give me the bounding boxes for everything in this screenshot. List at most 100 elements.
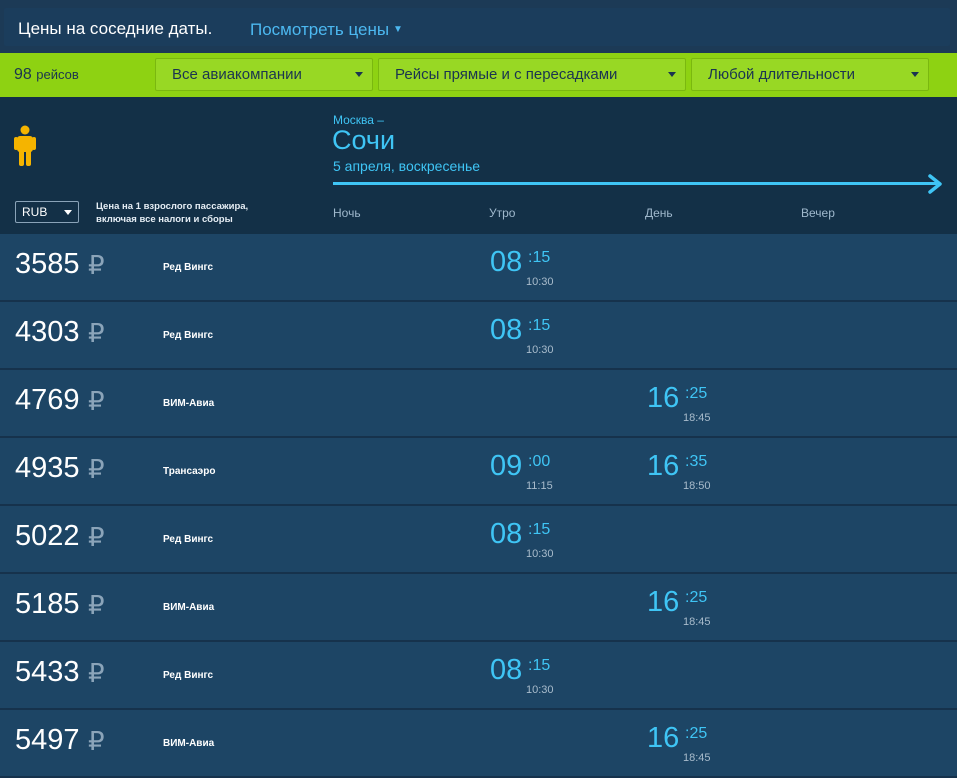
departure-time[interactable]: 08 :15 10:30 <box>490 246 560 296</box>
stops-filter-select[interactable]: Рейсы прямые и с пересадками <box>378 58 686 91</box>
ruble-sign: ₽ <box>88 522 105 552</box>
airline-name: Трансаэро <box>163 466 216 477</box>
departure-minutes: :15 <box>528 249 551 266</box>
flight-row[interactable]: 5185 ₽ ВИМ-Авиа 16 :25 18:45 <box>0 574 957 642</box>
route-date: 5 апреля, воскресенье <box>333 158 481 174</box>
airline-name: Ред Вингс <box>163 670 214 681</box>
price-value: 5433 <box>15 656 80 688</box>
departure-minutes: :15 <box>528 317 551 334</box>
departure-hour: 16 <box>647 586 680 618</box>
departure-time[interactable]: 09 :00 11:15 <box>490 450 560 500</box>
departure-hour: 08 <box>490 314 523 346</box>
airline-name: Ред Вингс <box>163 330 214 341</box>
dropdown-arrow-icon <box>64 210 72 215</box>
departure-minutes: :25 <box>685 589 708 606</box>
stops-filter-value: Рейсы прямые и с пересадками <box>395 66 618 83</box>
departure-minutes: :25 <box>685 725 708 742</box>
slot-day: День <box>645 206 673 220</box>
duration-filter-select[interactable]: Любой длительности <box>691 58 929 91</box>
ruble-sign: ₽ <box>88 386 105 416</box>
arrival-time: 18:45 <box>683 752 711 764</box>
arrival-time: 18:50 <box>683 480 711 492</box>
airline-name: Ред Вингс <box>163 534 214 545</box>
airline-name: ВИМ-Авиа <box>163 738 215 749</box>
arrival-time: 18:45 <box>683 616 711 628</box>
ruble-sign: ₽ <box>88 318 105 348</box>
view-prices-label: Посмотреть цены <box>250 20 390 39</box>
departure-minutes: :15 <box>528 521 551 538</box>
view-prices-link[interactable]: Посмотреть цены ▼ <box>250 20 403 40</box>
caret-down-icon: ▼ <box>393 24 403 35</box>
flights-count-unit: рейсов <box>36 67 79 82</box>
route-destination: Сочи <box>332 125 396 155</box>
nearby-dates-title: Цены на соседние даты. <box>18 19 213 38</box>
departure-minutes: :00 <box>528 453 551 470</box>
arrival-time: 10:30 <box>526 276 554 288</box>
arrival-time: 10:30 <box>526 684 554 696</box>
nearby-dates-panel: Цены на соседние даты. Посмотреть цены ▼ <box>4 8 950 46</box>
ruble-sign: ₽ <box>88 590 105 620</box>
departure-minutes: :35 <box>685 453 708 470</box>
flight-row[interactable]: 5497 ₽ ВИМ-Авиа 16 :25 18:45 <box>0 710 957 778</box>
price-value: 4769 <box>15 384 80 416</box>
price-value: 3585 <box>15 248 80 280</box>
flights-count-number: 98 <box>14 66 32 83</box>
price-value: 5497 <box>15 724 80 756</box>
ruble-sign: ₽ <box>88 726 105 756</box>
flight-row[interactable]: 4769 ₽ ВИМ-Авиа 16 :25 18:45 <box>0 370 957 438</box>
departure-time[interactable]: 08 :15 10:30 <box>490 314 560 364</box>
price-value: 4303 <box>15 316 80 348</box>
results-header: RUB Цена на 1 взрослого пассажира, включ… <box>0 97 957 234</box>
departure-hour: 16 <box>647 382 680 414</box>
airline-name: ВИМ-Авиа <box>163 602 215 613</box>
slot-night: Ночь <box>333 206 361 220</box>
departure-hour: 08 <box>490 518 523 550</box>
filter-bar: 98 рейсов Все авиакомпании Рейсы прямые … <box>0 53 957 97</box>
dropdown-arrow-icon <box>668 72 676 77</box>
flights-count: 98 рейсов <box>14 66 79 84</box>
arrival-time: 10:30 <box>526 344 554 356</box>
departure-time[interactable]: 08 :15 10:30 <box>490 654 560 704</box>
flight-row[interactable]: 5022 ₽ Ред Вингс 08 :15 10:30 <box>0 506 957 574</box>
arrival-time: 18:45 <box>683 412 711 424</box>
arrival-time: 11:15 <box>526 480 553 492</box>
departure-time[interactable]: 08 :15 10:30 <box>490 518 560 568</box>
flight-row[interactable]: 5433 ₽ Ред Вингс 08 :15 10:30 <box>0 642 957 710</box>
ruble-sign: ₽ <box>88 658 105 688</box>
duration-filter-value: Любой длительности <box>708 66 855 83</box>
timeline-arrow-icon <box>928 174 942 194</box>
flight-row[interactable]: 3585 ₽ Ред Вингс 08 :15 10:30 <box>0 234 957 302</box>
arrival-time: 10:30 <box>526 548 554 560</box>
departure-time[interactable]: 16 :35 18:50 <box>647 450 717 500</box>
departure-hour: 16 <box>647 722 680 754</box>
departure-hour: 08 <box>490 654 523 686</box>
slot-evening: Вечер <box>801 206 835 220</box>
flight-list: 3585 ₽ Ред Вингс 08 :15 10:30 4303 ₽ Ред Вингс 08… <box>0 234 957 778</box>
nearby-dates-bar: Цены на соседние даты. Посмотреть цены ▼ <box>0 0 957 53</box>
airline-name: ВИМ-Авиа <box>163 398 215 409</box>
dropdown-arrow-icon <box>911 72 919 77</box>
flight-row[interactable]: 4935 ₽ Трансаэро 09 :00 11:15 16 :35 18:50 <box>0 438 957 506</box>
airline-name: Ред Вингс <box>163 262 214 273</box>
airline-filter-select[interactable]: Все авиакомпании <box>155 58 373 91</box>
departure-minutes: :25 <box>685 385 708 402</box>
departure-hour: 16 <box>647 450 680 482</box>
price-value: 5185 <box>15 588 80 620</box>
price-value: 4935 <box>15 452 80 484</box>
flight-row[interactable]: 4303 ₽ Ред Вингс 08 :15 10:30 <box>0 302 957 370</box>
ruble-sign: ₽ <box>88 250 105 280</box>
departure-hour: 09 <box>490 450 523 482</box>
ruble-sign: ₽ <box>88 454 105 484</box>
timeline-line <box>333 182 937 185</box>
currency-value: RUB <box>22 205 48 219</box>
departure-time[interactable]: 16 :25 18:45 <box>647 722 717 772</box>
dropdown-arrow-icon <box>355 72 363 77</box>
airline-filter-value: Все авиакомпании <box>172 66 302 83</box>
departure-minutes: :15 <box>528 657 551 674</box>
departure-time[interactable]: 16 :25 18:45 <box>647 586 717 636</box>
currency-select[interactable]: RUB <box>15 201 79 223</box>
passenger-icon <box>14 125 36 166</box>
departure-time[interactable]: 16 :25 18:45 <box>647 382 717 432</box>
departure-hour: 08 <box>490 246 523 278</box>
price-value: 5022 <box>15 520 80 552</box>
